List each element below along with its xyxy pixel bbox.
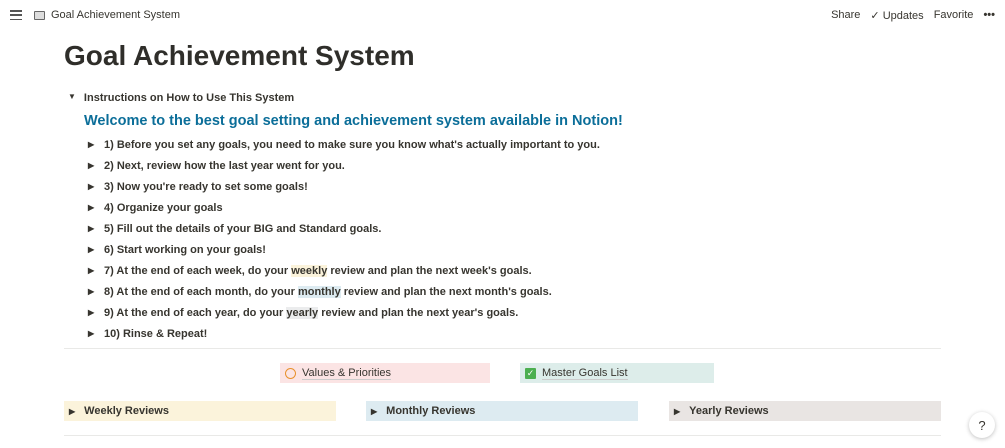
page-title: Goal Achievement System — [64, 40, 415, 71]
triangle-right-icon: ▶ — [69, 406, 76, 416]
favorite-button[interactable]: Favorite — [934, 9, 974, 21]
instruction-list: ▶ 1) Before you set any goals, you need t… — [88, 134, 600, 344]
instruction-toggle-item[interactable]: ▶ 1) Before you set any goals, you need t… — [88, 134, 600, 155]
updates-button[interactable]: ✓ Updates — [870, 9, 923, 22]
share-button[interactable]: Share — [831, 9, 860, 21]
triangle-right-icon: ▶ — [371, 406, 378, 416]
instruction-toggle-item[interactable]: ▶ 5) Fill out the details of your BIG and… — [88, 218, 600, 239]
breadcrumb[interactable]: Goal Achievement System — [51, 9, 180, 21]
instruction-toggle-item[interactable]: ▶ 4) Organize your goals — [88, 197, 600, 218]
instructions-toggle[interactable]: ▼ Instructions on How to Use This System — [68, 92, 294, 104]
topbar: Goal Achievement System Share ✓ Updates … — [0, 0, 1005, 30]
highlighted-word: weekly — [291, 264, 328, 277]
triangle-right-icon: ▶ — [88, 329, 95, 338]
menu-icon[interactable] — [10, 10, 22, 20]
check-icon: ✓ — [870, 9, 880, 22]
triangle-right-icon: ▶ — [88, 308, 95, 317]
triangle-right-icon: ▶ — [88, 182, 95, 191]
more-icon[interactable]: ••• — [983, 9, 995, 21]
triangle-right-icon: ▶ — [88, 224, 95, 233]
instruction-toggle-item[interactable]: ▶ 3) Now you're ready to set some goals! — [88, 176, 600, 197]
help-button[interactable]: ? — [969, 412, 995, 438]
triangle-right-icon: ▶ — [674, 406, 681, 416]
triangle-right-icon: ▶ — [88, 245, 95, 254]
master-goals-link[interactable]: ✓ Master Goals List — [520, 363, 714, 383]
highlighted-word: yearly — [286, 306, 319, 319]
highlighted-word: monthly — [297, 285, 341, 298]
monthly-reviews-toggle[interactable]: ▶ Monthly Reviews — [366, 401, 638, 421]
checkbox-icon: ✓ — [525, 367, 536, 379]
triangle-right-icon: ▶ — [88, 203, 95, 212]
divider — [64, 435, 941, 436]
instruction-toggle-item[interactable]: ▶ 8) At the end of each month, do your mo… — [88, 281, 600, 302]
instruction-toggle-item[interactable]: ▶ 2) Next, review how the last year went … — [88, 155, 600, 176]
instruction-toggle-item[interactable]: ▶ 7) At the end of each week, do your wee… — [88, 260, 600, 281]
instruction-toggle-item[interactable]: ▶ 9) At the end of each year, do your yea… — [88, 302, 600, 323]
triangle-right-icon: ▶ — [88, 161, 95, 170]
triangle-right-icon: ▶ — [88, 266, 95, 275]
instruction-toggle-item[interactable]: ▶ 10) Rinse & Repeat! — [88, 323, 600, 344]
welcome-heading: Welcome to the best goal setting and ach… — [84, 113, 623, 129]
yearly-reviews-toggle[interactable]: ▶ Yearly Reviews — [669, 401, 941, 421]
triangle-down-icon: ▼ — [68, 92, 76, 101]
weekly-reviews-toggle[interactable]: ▶ Weekly Reviews — [64, 401, 336, 421]
triangle-right-icon: ▶ — [88, 287, 95, 296]
compass-icon — [285, 367, 296, 379]
instruction-toggle-item[interactable]: ▶ 6) Start working on your goals! — [88, 239, 600, 260]
divider — [64, 348, 941, 349]
values-priorities-link[interactable]: Values & Priorities — [280, 363, 490, 383]
page-icon — [34, 10, 45, 20]
triangle-right-icon: ▶ — [88, 140, 95, 149]
